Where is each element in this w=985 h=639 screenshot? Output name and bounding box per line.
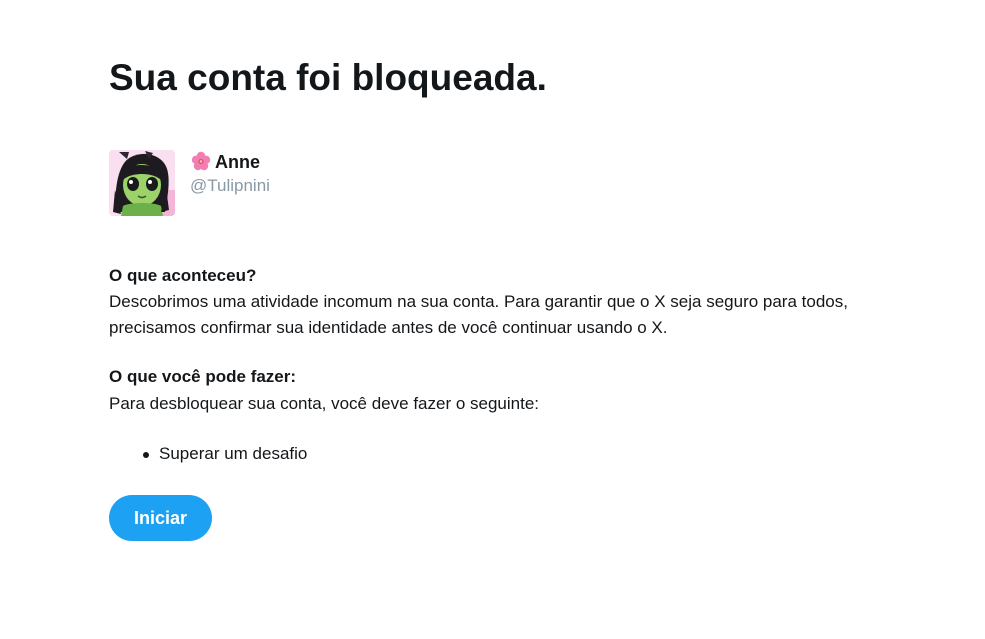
step-label: Superar um desafio (159, 444, 308, 463)
what-happened-text: Descobrimos uma atividade incomum na sua… (109, 292, 848, 337)
list-item: Superar um desafio (143, 441, 308, 467)
what-you-can-do-text: Para desbloquear sua conta, você deve fa… (109, 394, 540, 413)
account-name-text: Anne (215, 152, 260, 172)
avatar (109, 150, 175, 216)
what-you-can-do-heading: O que você pode fazer: (109, 367, 297, 386)
page-title: Sua conta foi bloqueada. (109, 57, 547, 98)
steps-list: Superar um desafio (109, 441, 307, 467)
account-handle: @Tulipnini (190, 176, 270, 195)
locked-account-page: Sua conta foi bloqueada. Anne @Tulipnini… (0, 0, 985, 639)
what-happened-heading: O que aconteceu? (109, 266, 257, 285)
bullet-icon (143, 452, 149, 458)
cherry-blossom-icon (191, 151, 211, 171)
start-button[interactable]: Iniciar (109, 495, 212, 541)
avatar-image (109, 150, 175, 216)
account-name: Anne (191, 151, 260, 173)
